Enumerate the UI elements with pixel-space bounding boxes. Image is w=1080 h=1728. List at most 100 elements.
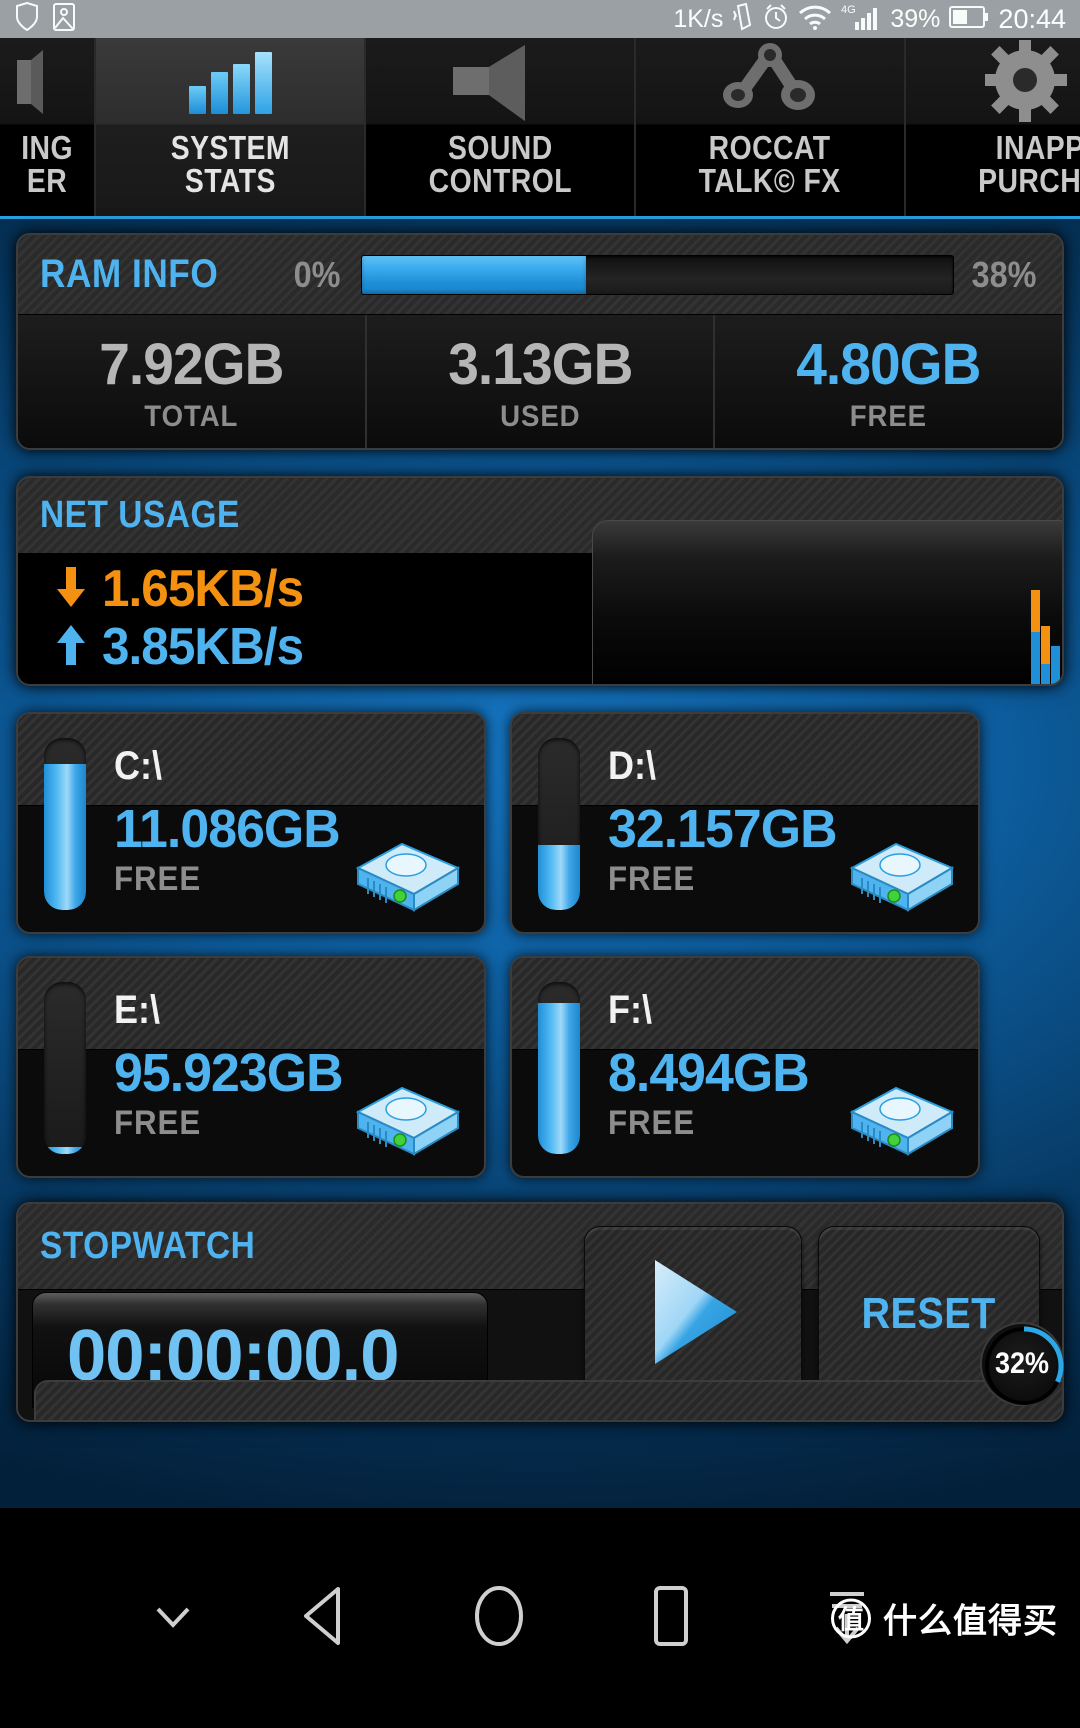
drive-card-header xyxy=(18,714,484,806)
drive-letter: E:\ xyxy=(114,988,161,1032)
tab-inapp-purchase[interactable]: INAPP PURCHA xyxy=(906,38,1080,216)
hard-drive-icon xyxy=(336,834,466,920)
chevron-down-icon xyxy=(150,1599,196,1638)
ram-cell-free: 4.80GB FREE xyxy=(715,315,1062,448)
tab-roccat-talk-fx[interactable]: ROCCAT TALK© FX xyxy=(636,38,906,216)
ram-used-label: USED xyxy=(499,400,581,433)
ram-info-title: RAM INFO xyxy=(40,252,219,296)
tab-mixing-master[interactable]: ING ER xyxy=(0,38,96,216)
net-usage-body: 1.65KB/s 3.85KB/s xyxy=(18,520,1062,684)
drive-gauge xyxy=(44,982,86,1154)
net-upload-value: 3.85KB/s xyxy=(102,618,304,676)
drive-card-header xyxy=(18,958,484,1050)
hard-drive-icon xyxy=(830,834,960,920)
drive-card-f[interactable]: F:\ 8.494GB FREE xyxy=(510,956,980,1178)
drive-gauge-fill xyxy=(44,763,86,910)
drive-free-value: 95.923GB xyxy=(114,1043,344,1103)
bar-chart-icon xyxy=(188,40,272,126)
ram-max-label: 38% xyxy=(971,253,1037,295)
ram-used-value: 3.13GB xyxy=(447,332,633,397)
drive-free-value: 8.494GB xyxy=(608,1043,810,1103)
system-stats-content: RAM INFO 0% 38% 7.92GB TOTAL 3.13GB USED… xyxy=(0,216,1080,1508)
drive-free-label: FREE xyxy=(114,1104,202,1142)
partial-icon xyxy=(17,40,77,126)
stopwatch-panel: STOPWATCH 00:00:00.0 RESET xyxy=(16,1202,1064,1422)
alarm-icon xyxy=(763,3,789,36)
drive-card-header xyxy=(512,714,978,806)
net-usage-panel: NET USAGE 1.65KB/s 3.85KB/s xyxy=(16,476,1064,686)
tab-label: SYSTEM STATS xyxy=(170,129,290,199)
tab-bar: ING ER SYSTEM STATS SOUND CONTROL ROCCAT… xyxy=(0,38,1080,216)
drive-card-c[interactable]: C:\ 11.086GB FREE xyxy=(16,712,486,934)
drive-free-label: FREE xyxy=(608,1104,696,1142)
watermark-badge: 值 xyxy=(831,1598,871,1638)
wifi-icon xyxy=(798,3,832,36)
drive-letter: F:\ xyxy=(608,988,652,1032)
svg-text:4G: 4G xyxy=(841,4,856,16)
arrow-up-icon xyxy=(54,623,88,672)
ram-cell-used: 3.13GB USED xyxy=(366,315,716,448)
drive-free-label: FREE xyxy=(608,860,696,898)
tab-sound-control[interactable]: SOUND CONTROL xyxy=(366,38,636,216)
ram-usage-bar-fill xyxy=(361,255,587,294)
ram-info-panel: RAM INFO 0% 38% 7.92GB TOTAL 3.13GB USED… xyxy=(16,233,1064,450)
tab-system-stats[interactable]: SYSTEM STATS xyxy=(96,38,366,216)
drive-gauge xyxy=(538,982,580,1154)
net-usage-sparkline xyxy=(1022,526,1062,684)
net-usage-rates: 1.65KB/s 3.85KB/s xyxy=(54,560,314,676)
android-nav-bar: 值 什么值得买 xyxy=(0,1508,1080,1728)
drive-card-d[interactable]: D:\ 32.157GB FREE xyxy=(510,712,980,934)
ram-usage-bar xyxy=(360,254,954,295)
ram-min-label: 0% xyxy=(293,253,340,295)
drive-card-e[interactable]: E:\ 95.923GB FREE xyxy=(16,956,486,1178)
back-icon xyxy=(298,1585,354,1652)
net-usage-title: NET USAGE xyxy=(40,494,240,536)
ram-stat-cells: 7.92GB TOTAL 3.13GB USED 4.80GB FREE xyxy=(18,315,1062,448)
drive-gauge xyxy=(538,738,580,910)
net-download-row: 1.65KB/s xyxy=(54,560,314,618)
nav-chevron-down[interactable] xyxy=(150,1599,196,1638)
speaker-icon xyxy=(445,40,555,126)
drive-free-value: 11.086GB xyxy=(114,799,341,859)
drive-letter: C:\ xyxy=(114,744,162,788)
status-bar-left-icons xyxy=(14,1,76,37)
arrow-down-icon xyxy=(54,565,88,614)
drive-gauge xyxy=(44,738,86,910)
drive-gauge-fill xyxy=(538,844,580,910)
drive-card-header xyxy=(512,958,978,1050)
battery-ring-label: 32% xyxy=(994,1347,1050,1380)
ram-total-label: TOTAL xyxy=(144,400,239,433)
stopwatch-play-button[interactable] xyxy=(584,1226,802,1402)
drive-gauge-fill xyxy=(44,1147,86,1154)
tab-label: INAPP PURCHA xyxy=(977,129,1080,199)
battery-ring-overlay[interactable]: 32% xyxy=(980,1322,1064,1406)
tab-label: ROCCAT TALK© FX xyxy=(698,129,842,199)
nav-back-button[interactable] xyxy=(298,1585,354,1652)
battery-icon xyxy=(949,5,989,34)
net-download-value: 1.65KB/s xyxy=(102,560,304,618)
shield-icon xyxy=(14,1,40,37)
nav-home-button[interactable] xyxy=(472,1584,526,1653)
status-bar-clock: 20:44 xyxy=(998,3,1066,34)
app-root: 1K/s 4G 39% 20:44 ING ER SYSTEM STATS SO… xyxy=(0,0,1080,1728)
recents-icon xyxy=(648,1584,694,1653)
tab-label: SOUND CONTROL xyxy=(428,129,572,199)
nav-recents-button[interactable] xyxy=(648,1584,694,1653)
ram-info-header: RAM INFO 0% 38% xyxy=(18,235,1062,315)
watermark: 值 什么值得买 xyxy=(831,1594,1058,1643)
hard-drive-icon xyxy=(830,1078,960,1164)
battery-percent-text: 39% xyxy=(890,4,941,33)
ram-free-label: FREE xyxy=(850,400,928,433)
hard-drive-icon xyxy=(336,1078,466,1164)
net-upload-row: 3.85KB/s xyxy=(54,618,314,676)
android-status-bar: 1K/s 4G 39% 20:44 xyxy=(0,0,1080,38)
ram-total-value: 7.92GB xyxy=(99,332,284,397)
drive-grid: C:\ 11.086GB FREE D:\ 32.157GB FREE E:\ … xyxy=(16,712,1064,1178)
net-usage-graph xyxy=(592,520,1062,684)
ram-cell-total: 7.92GB TOTAL xyxy=(18,315,367,448)
status-bar-right-icons: 1K/s 4G 39% 20:44 xyxy=(673,2,1066,37)
network-speed-text: 1K/s xyxy=(673,4,724,33)
drive-gauge-fill xyxy=(538,1002,580,1154)
next-panel-partial xyxy=(34,1380,1062,1420)
drive-free-label: FREE xyxy=(114,860,202,898)
